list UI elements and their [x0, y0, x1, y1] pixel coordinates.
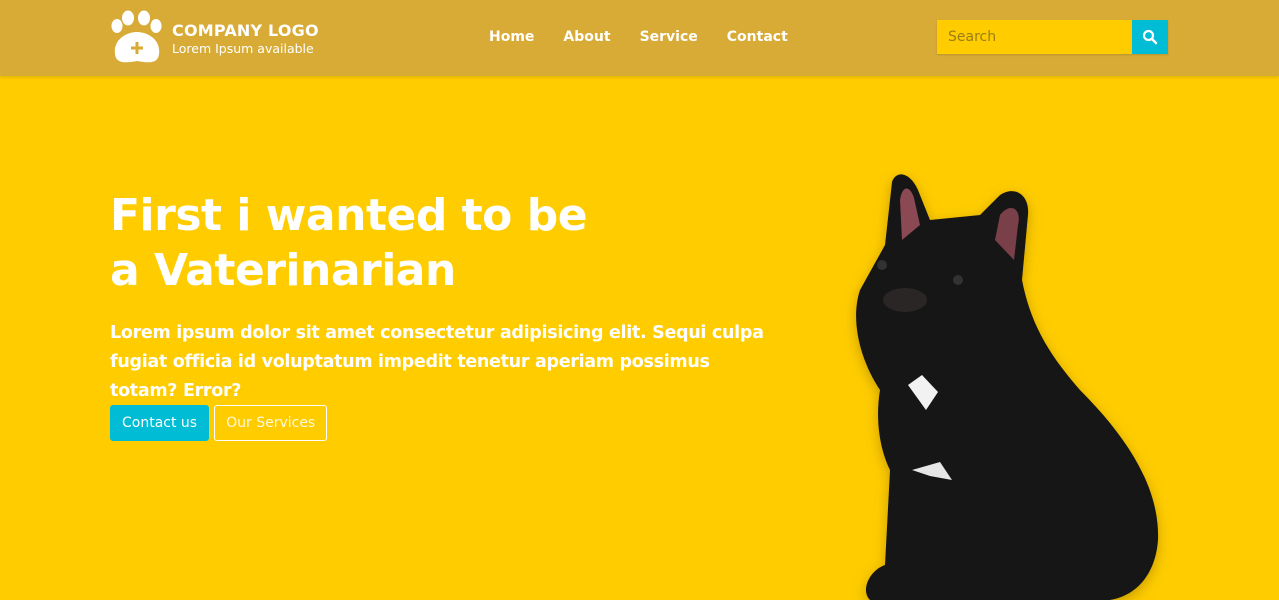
search-input[interactable]: [937, 20, 1132, 54]
main-nav: Home About Service Contact: [489, 29, 788, 45]
hero-lead: Lorem ipsum dolor sit amet consectetur a…: [110, 323, 764, 401]
our-services-button[interactable]: Our Services: [214, 405, 328, 441]
contact-us-button[interactable]: Contact us: [110, 405, 210, 441]
logo-title: COMPANY LOGO: [172, 20, 319, 40]
search-form: [937, 20, 1168, 54]
nav-service[interactable]: Service: [640, 29, 698, 45]
nav-contact[interactable]: Contact: [727, 29, 788, 45]
logo-subtitle: Lorem Ipsum available: [172, 40, 314, 56]
paw-plus-icon: [111, 10, 162, 63]
hero-title: First i wanted to be a Vaterinarian: [110, 190, 588, 296]
nav-home[interactable]: Home: [489, 29, 534, 45]
site-header: COMPANY LOGO Lorem Ipsum available Home …: [0, 0, 1279, 76]
nav-about[interactable]: About: [563, 29, 610, 45]
hero-actions: Contact us Our Services: [110, 405, 328, 441]
search-icon: [1142, 29, 1158, 45]
french-bulldog-image: [856, 174, 1159, 600]
search-button[interactable]: [1132, 20, 1168, 54]
company-logo[interactable]: COMPANY LOGO Lorem Ipsum available: [110, 10, 319, 66]
